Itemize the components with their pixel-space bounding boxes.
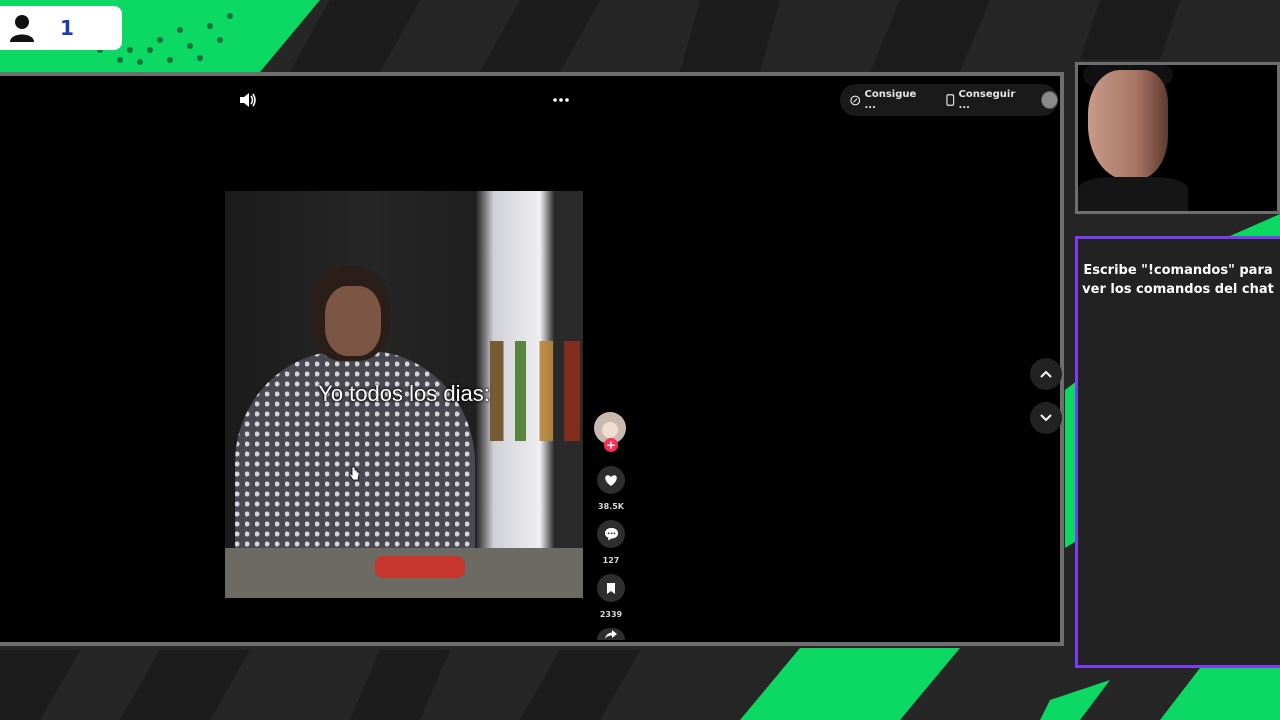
video-caption: Yo todos los dias: [318, 381, 490, 406]
previous-video-button[interactable] [1030, 358, 1062, 390]
share-button[interactable] [597, 628, 625, 640]
volume-icon[interactable] [238, 90, 258, 110]
person-icon [10, 15, 34, 42]
get-coins-button[interactable]: Consigue ... [850, 89, 928, 111]
get-app-button[interactable]: Conseguir ... [946, 89, 1027, 111]
video-food [375, 556, 465, 578]
more-options-icon[interactable] [551, 90, 571, 110]
share-icon [605, 630, 617, 639]
video-person-face [325, 286, 381, 356]
save-button[interactable] [597, 574, 625, 602]
like-button[interactable] [597, 466, 625, 494]
webcam-person-shirt [1078, 177, 1188, 211]
chat-message: Escribe "!comandos" para ver los comando… [1082, 263, 1274, 297]
coin-icon [850, 95, 861, 105]
profile-avatar[interactable] [1040, 91, 1058, 109]
comment-button[interactable] [597, 520, 625, 548]
comment-icon [604, 528, 618, 541]
next-video-button[interactable] [1030, 402, 1062, 434]
webcam-person-face [1088, 70, 1168, 180]
viewer-count-badge: 1 [0, 6, 122, 50]
chevron-up-icon [1040, 370, 1052, 378]
chat-panel: Escribe "!comandos" para ver los comando… [1075, 236, 1280, 668]
get-app-pill: Consigue ... Conseguir ... [840, 84, 1058, 116]
video-frame[interactable]: Yo todos los dias: [225, 191, 583, 598]
chevron-down-icon [1040, 414, 1052, 422]
like-count: 38.5K [598, 502, 624, 511]
follow-plus-icon[interactable]: + [604, 438, 618, 452]
heart-icon [605, 474, 617, 486]
browser-window: Consigue ... Conseguir ... Yo todos los … [0, 72, 1064, 646]
get-app-label: Conseguir ... [958, 89, 1016, 111]
hand-cursor-icon [348, 466, 360, 481]
phone-icon [946, 94, 955, 106]
get-coins-label: Consigue ... [864, 89, 917, 111]
viewer-count: 1 [60, 16, 74, 40]
webcam-feed [1075, 62, 1280, 214]
player-top-bar: Consigue ... Conseguir ... [0, 76, 1060, 120]
comment-count: 127 [602, 556, 620, 565]
bookmark-icon [607, 582, 615, 594]
save-count: 2339 [599, 610, 623, 619]
